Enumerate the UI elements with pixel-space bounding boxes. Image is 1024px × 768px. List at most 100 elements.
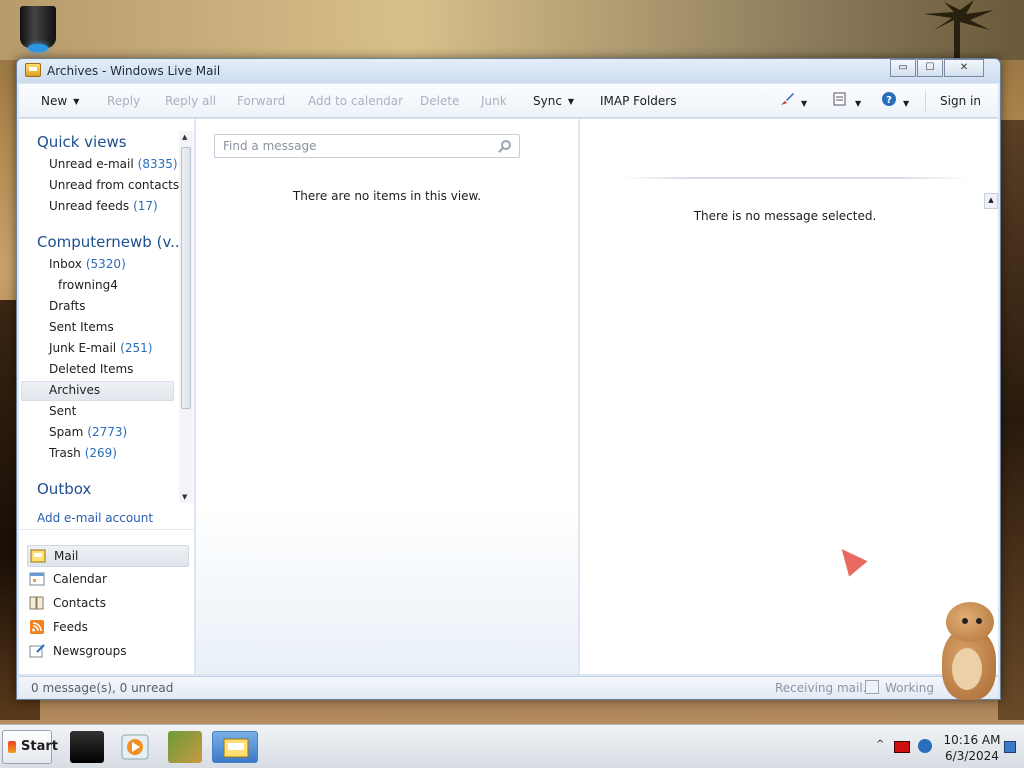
mail-window: Archives - Windows Live Mail ▭ ☐ ✕ New ▼ … bbox=[16, 58, 1001, 700]
title-bar[interactable]: Archives - Windows Live Mail ▭ ☐ ✕ bbox=[17, 59, 1000, 83]
start-button[interactable]: Start bbox=[2, 730, 58, 764]
window-title: Archives - Windows Live Mail bbox=[47, 64, 221, 78]
newsgroup-icon bbox=[29, 644, 45, 658]
scroll-up-icon[interactable]: ▲ bbox=[182, 133, 187, 141]
action-center-flag-icon[interactable] bbox=[894, 741, 910, 753]
folder-drafts[interactable]: Drafts bbox=[49, 299, 86, 313]
chevron-down-icon: ▼ bbox=[801, 99, 808, 108]
forward-button[interactable]: Forward bbox=[237, 94, 285, 108]
folder-label: Spam bbox=[49, 425, 84, 439]
reply-all-button[interactable]: Reply all bbox=[165, 94, 216, 108]
view-icon[interactable]: ▼ bbox=[833, 91, 861, 110]
command-bar: New ▼ Reply Reply all Forward Add to cale… bbox=[19, 84, 998, 118]
account-heading[interactable]: Computernewb (v... bbox=[37, 233, 184, 251]
taskbar-app-terminal-icon[interactable] bbox=[70, 731, 104, 763]
module-label: Mail bbox=[54, 549, 79, 563]
folder-label: Sent bbox=[49, 404, 77, 418]
toolbar-separator bbox=[925, 90, 926, 112]
help-icon[interactable]: ? ▼ bbox=[881, 91, 909, 110]
quick-view-unread-feeds[interactable]: Unread feeds (17) bbox=[49, 199, 158, 213]
volume-icon[interactable] bbox=[918, 739, 932, 753]
sign-in-button[interactable]: Sign in bbox=[940, 94, 981, 108]
new-button[interactable]: New ▼ bbox=[41, 94, 79, 108]
close-button[interactable]: ✕ bbox=[944, 59, 984, 77]
mail-icon bbox=[30, 549, 46, 563]
no-message-selected: There is no message selected. bbox=[693, 209, 877, 223]
folder-inbox[interactable]: Inbox (5320) bbox=[49, 257, 126, 271]
folder-junk-email[interactable]: Junk E-mail (251) bbox=[49, 341, 152, 355]
scroll-thumb[interactable] bbox=[181, 147, 191, 409]
scroll-up-icon[interactable]: ▲ bbox=[984, 193, 998, 209]
view-glyph bbox=[833, 92, 846, 106]
folder-sent[interactable]: Sent bbox=[49, 404, 76, 418]
unread-count: (2773) bbox=[87, 425, 128, 439]
recycle-bin-icon[interactable] bbox=[18, 6, 58, 52]
folder-label: Unread e-mail bbox=[49, 157, 134, 171]
unread-count: (5320) bbox=[85, 257, 126, 271]
working-status[interactable]: Working bbox=[885, 681, 934, 695]
sync-button[interactable]: Sync ▼ bbox=[533, 94, 574, 108]
message-count-status: 0 message(s), 0 unread bbox=[31, 681, 174, 695]
clock-date[interactable]: 6/3/2024 bbox=[942, 749, 1002, 763]
paintbrush-glyph bbox=[781, 93, 794, 105]
rss-feed-icon bbox=[30, 620, 44, 634]
folder-label: frowning4 bbox=[58, 278, 118, 292]
minimize-button[interactable]: ▭ bbox=[890, 59, 916, 77]
show-desktop-icon[interactable] bbox=[1004, 741, 1016, 753]
folder-label: Trash bbox=[49, 446, 81, 460]
folder-pane: Quick views Unread e-mail (8335) Unread f… bbox=[19, 119, 194, 674]
module-label: Calendar bbox=[53, 572, 107, 586]
folder-sent-items[interactable]: Sent Items bbox=[49, 320, 114, 334]
hamster-mascot bbox=[928, 598, 1008, 704]
outbox-heading[interactable]: Outbox bbox=[37, 480, 91, 498]
scroll-down-icon[interactable]: ▼ bbox=[182, 493, 187, 501]
quick-view-unread-contacts[interactable]: Unread from contacts bbox=[49, 178, 179, 192]
paintbrush-icon[interactable]: ▼ bbox=[779, 91, 807, 110]
module-calendar[interactable]: Calendar bbox=[27, 569, 189, 591]
find-message-input[interactable]: Find a message bbox=[214, 134, 520, 158]
folder-spam[interactable]: Spam (2773) bbox=[49, 425, 127, 439]
junk-button[interactable]: Junk bbox=[481, 94, 507, 108]
reply-button[interactable]: Reply bbox=[107, 94, 140, 108]
delete-button[interactable]: Delete bbox=[420, 94, 459, 108]
mascot-belly bbox=[952, 648, 982, 690]
clock-time[interactable]: 10:16 AM bbox=[942, 733, 1002, 747]
bonzi-box-icon[interactable] bbox=[168, 731, 202, 763]
sync-label: Sync bbox=[533, 94, 562, 108]
chevron-down-icon: ▼ bbox=[567, 97, 575, 106]
maximize-button[interactable]: ☐ bbox=[917, 59, 943, 77]
quick-view-unread-email[interactable]: Unread e-mail (8335) bbox=[49, 157, 178, 171]
chevron-down-icon: ▼ bbox=[903, 99, 910, 108]
contacts-book-icon bbox=[29, 596, 44, 610]
media-player-icon[interactable] bbox=[118, 731, 152, 763]
calendar-icon bbox=[29, 572, 45, 586]
folder-trash[interactable]: Trash (269) bbox=[49, 446, 117, 460]
folder-frowning4[interactable]: frowning4 bbox=[58, 278, 118, 292]
windows-live-mail-taskbar-icon[interactable] bbox=[212, 731, 258, 763]
module-label: Newsgroups bbox=[53, 644, 127, 658]
folder-deleted-items[interactable]: Deleted Items bbox=[49, 362, 133, 376]
mascot-head bbox=[946, 602, 994, 642]
tree-silhouette bbox=[924, 0, 994, 60]
mascot-eye bbox=[962, 618, 968, 624]
module-feeds[interactable]: Feeds bbox=[27, 617, 189, 639]
add-to-calendar-button[interactable]: Add to calendar bbox=[308, 94, 403, 108]
add-email-account-link[interactable]: Add e-mail account bbox=[37, 511, 153, 525]
module-contacts[interactable]: Contacts bbox=[27, 593, 189, 615]
module-mail[interactable]: Mail bbox=[27, 545, 189, 567]
folder-label: Drafts bbox=[49, 299, 86, 313]
desktop-sky bbox=[0, 0, 1024, 60]
empty-list-message: There are no items in this view. bbox=[292, 189, 482, 203]
nav-divider bbox=[19, 529, 194, 530]
quick-views-heading[interactable]: Quick views bbox=[37, 133, 127, 151]
show-hidden-icons-icon[interactable]: ^ bbox=[876, 739, 884, 750]
folder-archives[interactable]: Archives bbox=[49, 383, 100, 397]
module-newsgroups[interactable]: Newsgroups bbox=[27, 641, 189, 663]
folder-label: Deleted Items bbox=[49, 362, 134, 376]
recycle-bin-glow bbox=[28, 44, 48, 52]
search-icon[interactable] bbox=[501, 140, 511, 150]
mascot-eye bbox=[976, 618, 982, 624]
folder-scrollbar[interactable]: ▲ ▼ bbox=[179, 131, 193, 503]
imap-folders-button[interactable]: IMAP Folders bbox=[600, 94, 677, 108]
unread-count: (17) bbox=[133, 199, 158, 213]
